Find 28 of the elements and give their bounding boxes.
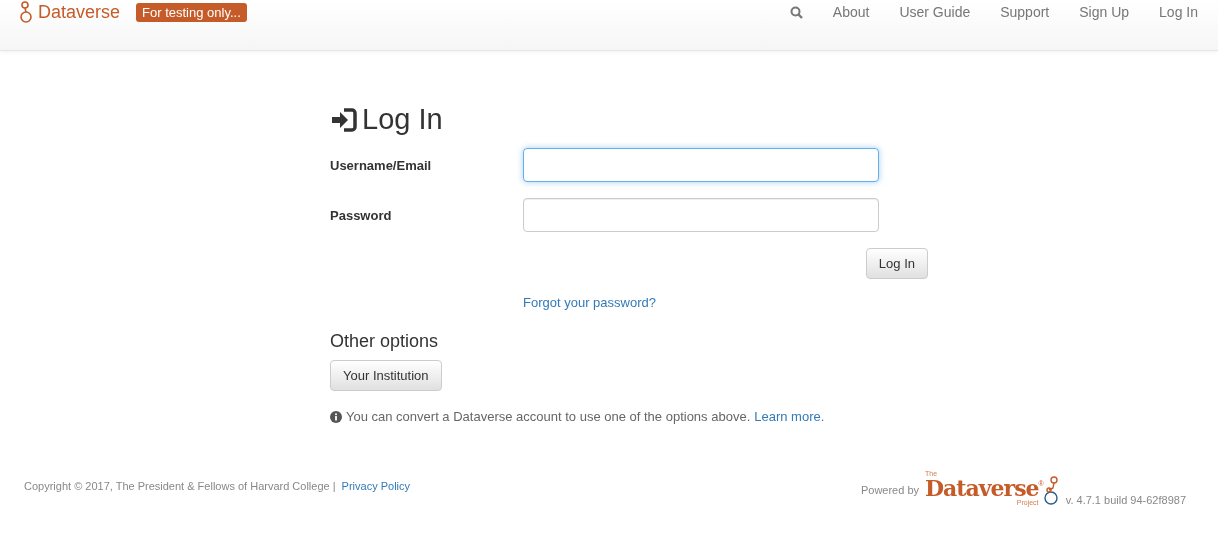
nav-link[interactable]: Support — [1000, 4, 1050, 20]
institution-button[interactable]: Your Institution — [330, 360, 442, 391]
search-icon[interactable] — [789, 5, 803, 19]
nav-link[interactable]: User Guide — [899, 4, 971, 20]
copyright-text: Copyright © 2017, The President & Fellows of Harvard College | — [24, 480, 336, 492]
logo-icon — [20, 1, 32, 23]
version-text: v. 4.7.1 build 94-62f8987 — [1065, 494, 1186, 506]
input-field[interactable] — [523, 148, 879, 182]
testing-badge: For testing only... — [136, 2, 247, 22]
logo-icon — [1043, 476, 1060, 506]
nav-link[interactable]: Sign Up — [1079, 4, 1130, 20]
forgot-password-link[interactable]: Forgot your password? — [523, 295, 656, 310]
sign-in-icon — [330, 106, 358, 133]
input-field[interactable] — [523, 198, 879, 232]
section-heading: Other options — [330, 331, 440, 352]
nav-link[interactable]: Log In — [1159, 4, 1198, 20]
brand-link[interactable]: Dataverse — [20, 1, 121, 23]
info-icon — [330, 410, 342, 423]
powered-by-text: Powered by — [860, 484, 920, 496]
learn-more-link[interactable]: Learn more. — [754, 409, 825, 424]
nav-link[interactable]: About — [832, 4, 870, 20]
login-button[interactable]: Log In — [865, 248, 928, 279]
field-label: Password — [330, 207, 393, 223]
info-text: You can convert a Dataverse account to use one of the options above. — [346, 409, 751, 424]
page-title: Log In — [362, 103, 443, 136]
logo-text: Dataverse — [925, 477, 1039, 499]
privacy-policy-link[interactable]: Privacy Policy — [341, 480, 411, 492]
field-label: Username/Email — [330, 157, 433, 173]
